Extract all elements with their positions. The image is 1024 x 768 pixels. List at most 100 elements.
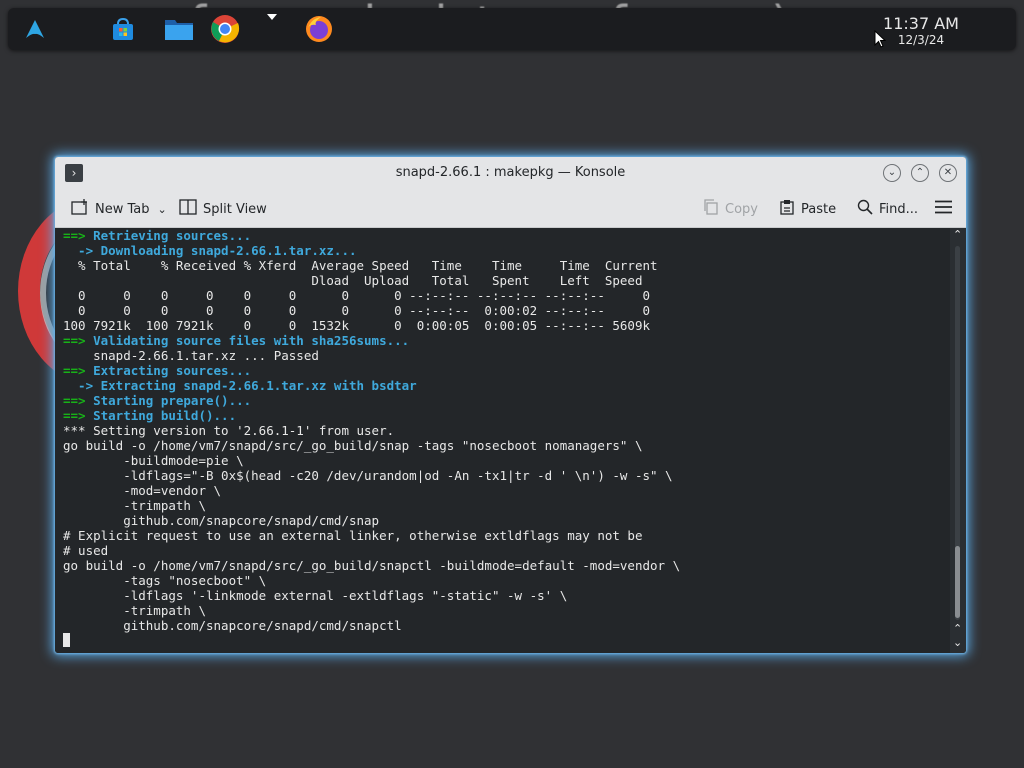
terminal-line: go build -o /home/vm7/snapd/src/_go_buil… xyxy=(63,558,680,573)
terminal-text: -tags "nosecboot" \ xyxy=(63,573,267,588)
store-icon[interactable] xyxy=(108,14,138,44)
clock-time: 11:37 AM xyxy=(883,14,959,33)
terminal-line: -> Downloading snapd-2.66.1.tar.xz... xyxy=(63,243,680,258)
new-tab-label: New Tab xyxy=(95,201,150,217)
prompt-arrow: ==> xyxy=(63,333,86,348)
terminal-line: 0 0 0 0 0 0 0 0 --:--:-- --:--:-- --:--:… xyxy=(63,288,680,303)
split-view-button[interactable]: Split View xyxy=(179,199,267,219)
terminal-line: ==> Extracting sources... xyxy=(63,363,680,378)
maximize-button[interactable]: ⌃ xyxy=(911,164,929,182)
terminal-text: -mod=vendor \ xyxy=(63,483,222,498)
terminal-message: Extracting sources... xyxy=(85,363,252,378)
terminal-line: % Total % Received % Xferd Average Speed… xyxy=(63,258,680,273)
terminal-line: -ldflags="-B 0x$(head -c20 /dev/urandom|… xyxy=(63,468,680,483)
prompt-arrow: ==> xyxy=(63,363,86,378)
scroll-down-icon[interactable]: ⌄ xyxy=(953,636,962,649)
new-tab-icon xyxy=(71,199,89,219)
terminal-text: # Explicit request to use an external li… xyxy=(63,528,643,543)
terminal-line: ==> Validating source files with sha256s… xyxy=(63,333,680,348)
toolbar: New Tab ⌄ Split View Copy Paste Find... xyxy=(55,189,966,228)
terminal-text: snapd-2.66.1.tar.xz ... Passed xyxy=(63,348,319,363)
scrollbar-thumb[interactable] xyxy=(955,546,960,618)
clock-date: 12/3/24 xyxy=(897,33,945,47)
terminal-text: -buildmode=pie \ xyxy=(63,453,244,468)
terminal-submessage: -> Downloading snapd-2.66.1.tar.xz... xyxy=(63,243,357,258)
terminal-text: -ldflags="-B 0x$(head -c20 /dev/urandom|… xyxy=(63,468,673,483)
terminal-line: -tags "nosecboot" \ xyxy=(63,573,680,588)
find-label: Find... xyxy=(879,201,919,217)
terminal-message: Validating source files with sha256sums.… xyxy=(85,333,410,348)
terminal-line: -trimpath \ xyxy=(63,498,680,513)
titlebar[interactable]: › snapd-2.66.1 : makepkg — Konsole ⌄ ⌃ ✕ xyxy=(55,157,966,189)
terminal-line: ==> Starting build()... xyxy=(63,408,680,423)
new-tab-button[interactable]: New Tab ⌄ xyxy=(71,199,167,219)
terminal-line: -> Extracting snapd-2.66.1.tar.xz with b… xyxy=(63,378,680,393)
folder-icon[interactable] xyxy=(164,14,194,44)
terminal-scrollbar[interactable]: ⌃ ⌃ ⌄ xyxy=(950,228,966,653)
firefox-icon[interactable] xyxy=(304,14,334,44)
prompt-arrow: ==> xyxy=(63,408,86,423)
terminal-line: -mod=vendor \ xyxy=(63,483,680,498)
split-view-icon xyxy=(179,199,197,219)
split-view-label: Split View xyxy=(203,201,267,217)
terminal-cursor xyxy=(63,633,70,647)
konsole-window: › snapd-2.66.1 : makepkg — Konsole ⌄ ⌃ ✕… xyxy=(55,157,966,653)
terminal-line: 0 0 0 0 0 0 0 0 --:--:-- 0:00:02 --:--:-… xyxy=(63,303,680,318)
terminal-line: -ldflags '-linkmode external -extldflags… xyxy=(63,588,680,603)
terminal-message: Starting build()... xyxy=(85,408,237,423)
terminal-line: -trimpath \ xyxy=(63,603,680,618)
terminal-line: 100 7921k 100 7921k 0 0 1532k 0 0:00:05 … xyxy=(63,318,680,333)
panel-drop-icon xyxy=(267,14,277,20)
hamburger-menu-icon[interactable] xyxy=(935,200,952,214)
chrome-icon[interactable] xyxy=(210,14,240,44)
terminal-text: # used xyxy=(63,543,109,558)
terminal-text: -trimpath \ xyxy=(63,498,206,513)
minimize-button[interactable]: ⌄ xyxy=(883,164,901,182)
search-icon xyxy=(857,199,873,219)
terminal-text: 0 0 0 0 0 0 0 0 --:--:-- --:--:-- --:--:… xyxy=(63,288,650,303)
terminal-text: -ldflags '-linkmode external -extldflags… xyxy=(63,588,568,603)
terminal-text: github.com/snapcore/snapd/cmd/snapctl xyxy=(63,618,402,633)
copy-icon xyxy=(703,199,719,219)
scroll-up-icon[interactable]: ⌃ xyxy=(953,228,962,241)
terminal-text: -trimpath \ xyxy=(63,603,206,618)
terminal-message: Retrieving sources... xyxy=(85,228,252,243)
paste-icon xyxy=(779,199,795,219)
terminal-message: Starting prepare()... xyxy=(85,393,252,408)
terminal-text: go build -o /home/vm7/snapd/src/_go_buil… xyxy=(63,558,681,573)
paste-label: Paste xyxy=(801,201,837,217)
terminal-submessage: -> Extracting snapd-2.66.1.tar.xz with b… xyxy=(63,378,417,393)
terminal-text: github.com/snapcore/snapd/cmd/snap xyxy=(63,513,380,528)
copy-button[interactable]: Copy xyxy=(703,199,758,219)
terminal-line: Dload Upload Total Spent Left Speed xyxy=(63,273,680,288)
terminal-text: *** Setting version to '2.66.1-1' from u… xyxy=(63,423,395,438)
close-button[interactable]: ✕ xyxy=(939,164,957,182)
terminal-line: -buildmode=pie \ xyxy=(63,453,680,468)
window-title: snapd-2.66.1 : makepkg — Konsole xyxy=(395,165,626,180)
terminal-line: ==> Starting prepare()... xyxy=(63,393,680,408)
top-panel: 11:37 AM 12/3/24 xyxy=(8,8,1016,50)
terminal-line: go build -o /home/vm7/snapd/src/_go_buil… xyxy=(63,438,680,453)
arch-launcher-icon[interactable] xyxy=(20,14,50,44)
paste-button[interactable]: Paste xyxy=(779,199,836,219)
prompt-arrow: ==> xyxy=(63,393,86,408)
terminal-line: ==> Retrieving sources... xyxy=(63,228,680,243)
terminal-text: 0 0 0 0 0 0 0 0 --:--:-- 0:00:02 --:--:-… xyxy=(63,303,650,318)
terminal-line: snapd-2.66.1.tar.xz ... Passed xyxy=(63,348,680,363)
terminal-line: github.com/snapcore/snapd/cmd/snap xyxy=(63,513,680,528)
terminal-lines: ==> Retrieving sources... -> Downloading… xyxy=(63,228,680,648)
terminal-text: % Total % Received % Xferd Average Speed… xyxy=(63,258,658,273)
terminal-output[interactable]: ==> Retrieving sources... -> Downloading… xyxy=(55,228,950,653)
scroll-up-small-icon[interactable]: ⌃ xyxy=(953,622,962,635)
terminal-text: 100 7921k 100 7921k 0 0 1532k 0 0:00:05 … xyxy=(63,318,650,333)
terminal-line: *** Setting version to '2.66.1-1' from u… xyxy=(63,423,680,438)
terminal-line: github.com/snapcore/snapd/cmd/snapctl xyxy=(63,618,680,633)
copy-label: Copy xyxy=(725,201,758,217)
terminal-text: Dload Upload Total Spent Left Speed xyxy=(63,273,643,288)
clock[interactable]: 11:37 AM 12/3/24 xyxy=(876,14,966,48)
find-button[interactable]: Find... xyxy=(857,199,918,219)
terminal-line: # used xyxy=(63,543,680,558)
chevron-down-icon[interactable]: ⌄ xyxy=(158,203,167,216)
terminal-line: # Explicit request to use an external li… xyxy=(63,528,680,543)
terminal-text: go build -o /home/vm7/snapd/src/_go_buil… xyxy=(63,438,643,453)
